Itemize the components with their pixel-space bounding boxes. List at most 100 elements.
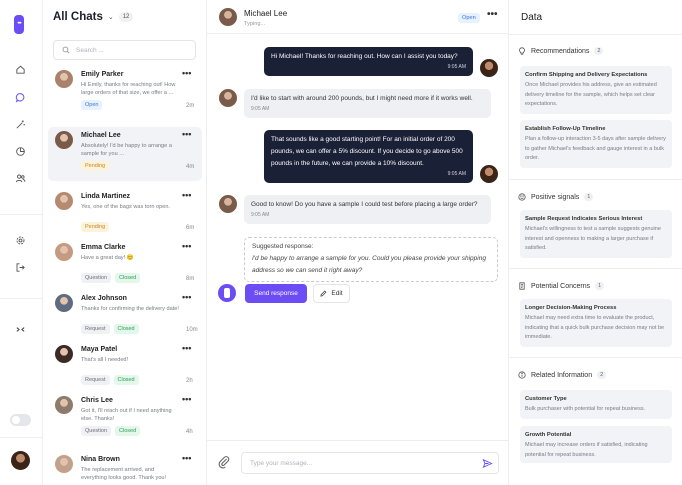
suggested-response-box[interactable]: Suggested response: I'd be happy to arra… (244, 237, 498, 282)
chat-count-badge: 12 (118, 12, 134, 22)
chat-list-item[interactable]: Nina Brown ••• The replacement arrived, an… (48, 451, 202, 485)
insight-card[interactable]: Longer Decision-Making Process Michael m… (520, 299, 672, 347)
more-options-icon[interactable]: ••• (182, 453, 191, 463)
edit-label: Edit (331, 290, 343, 297)
chat-contact-name: Emma Clarke (81, 244, 126, 251)
section-potential-concerns[interactable]: Potential Concerns 1 (518, 282, 605, 290)
users-icon[interactable] (11, 169, 29, 187)
message-input-box[interactable] (241, 452, 499, 474)
send-response-button[interactable]: Send response (245, 284, 307, 303)
section-positive-signals[interactable]: Positive signals 1 (518, 193, 594, 201)
chat-tags: Request Closed (81, 375, 139, 385)
contact-name: Michael Lee (244, 9, 288, 18)
conversation-header: Michael Lee Typing... Open ••• (207, 0, 509, 34)
card-title: Longer Decision-Making Process (525, 305, 617, 311)
chat-list-header[interactable]: All Chats ⌄ 12 (53, 11, 134, 23)
chat-list-item[interactable]: Linda Martinez ••• Yes, one of the bags wa… (48, 188, 202, 242)
more-options-icon[interactable]: ••• (182, 190, 191, 200)
message-incoming: Good to know! Do you have a sample I cou… (244, 195, 491, 224)
suggested-response-label: Suggested response: (252, 243, 314, 250)
message-outgoing: Hi Michael! Thanks for reaching out. How… (264, 47, 473, 76)
chat-list-item[interactable]: Michael Lee ••• Absolutely! I'd be happy t… (48, 127, 202, 181)
message-outgoing: That sounds like a good starting point! … (264, 130, 473, 183)
chat-time: 8m (186, 276, 195, 282)
home-icon[interactable] (11, 60, 29, 78)
insights-panel: Data Recommendations 2 Confirm Shipping … (509, 0, 682, 485)
document-icon (519, 282, 525, 290)
agent-avatar (480, 59, 498, 77)
more-options-icon[interactable]: ••• (182, 292, 191, 302)
insight-card[interactable]: Confirm Shipping and Delivery Expectatio… (520, 66, 672, 114)
chat-list-item[interactable]: Emily Parker ••• Hi Emily, thanks for reac… (48, 66, 202, 120)
contact-avatar[interactable] (219, 8, 237, 26)
user-avatar[interactable] (11, 451, 30, 470)
collapse-icon[interactable] (11, 320, 29, 338)
card-title: Growth Potential (525, 432, 572, 438)
more-options-icon[interactable]: ••• (182, 129, 191, 139)
send-icon[interactable] (482, 458, 493, 469)
chat-contact-name: Linda Martinez (81, 193, 131, 200)
chat-time: 6m (186, 225, 195, 231)
section-recommendations[interactable]: Recommendations 2 (518, 47, 604, 55)
section-related-information[interactable]: Related Information 2 (518, 371, 607, 379)
section-count: 1 (595, 282, 605, 290)
chat-preview: Have a great day! 😊 (81, 255, 134, 261)
card-title: Confirm Shipping and Delivery Expectatio… (525, 72, 648, 78)
chat-contact-name: Michael Lee (81, 132, 121, 139)
chat-list-item[interactable]: Alex Johnson ••• Thanks for confirming the… (48, 290, 202, 344)
chat-contact-name: Nina Brown (81, 456, 120, 463)
contact-message-avatar (219, 89, 237, 107)
chat-preview: Thanks for confirming the delivery date! (81, 306, 179, 312)
info-icon (518, 371, 526, 379)
ai-assistant-icon (218, 284, 236, 302)
insight-card[interactable]: Customer Type Bulk purchaser with potent… (520, 390, 672, 419)
more-options-icon[interactable]: ••• (487, 9, 498, 20)
chevron-down-icon[interactable]: ⌄ (108, 13, 114, 21)
paperclip-icon[interactable] (217, 455, 231, 469)
chat-tags: Pending (81, 222, 110, 232)
card-body: Bulk purchaser with potential for repeat… (525, 406, 646, 412)
more-options-icon[interactable]: ••• (182, 241, 191, 251)
app-logo[interactable]: ••• (14, 15, 24, 34)
chat-preview: Absolutely! I'd be happy to arrange a sa… (81, 143, 172, 157)
chat-search[interactable] (53, 40, 196, 60)
insight-card[interactable]: Sample Request Indicates Serious Interes… (520, 210, 672, 258)
avatar (55, 243, 73, 261)
more-options-icon[interactable]: ••• (182, 394, 191, 404)
insight-card[interactable]: Growth Potential Michael may increase or… (520, 426, 672, 463)
theme-toggle[interactable] (10, 414, 31, 426)
status-tag: Question (81, 426, 112, 436)
pie-chart-icon[interactable] (11, 142, 29, 160)
chat-bubble-icon[interactable] (11, 88, 29, 106)
card-title: Sample Request Indicates Serious Interes… (525, 216, 643, 222)
message-time: 9:05 AM (251, 212, 270, 218)
settings-gear-icon[interactable] (11, 231, 29, 249)
chat-list-panel: All Chats ⌄ 12 Emily Parker ••• Hi Emily, … (43, 0, 207, 485)
typing-status: Typing... (244, 21, 266, 27)
chat-list-item[interactable]: Emma Clarke ••• Have a great day! 😊 Questio… (48, 239, 202, 293)
logout-icon[interactable] (11, 258, 29, 276)
message-time: 9:05 AM (251, 106, 270, 112)
card-body: Michael may need extra time to evaluate … (525, 315, 665, 340)
chat-tags: Open (81, 100, 103, 110)
insight-card[interactable]: Establish Follow-Up Timeline Plan a foll… (520, 120, 672, 168)
avatar (55, 455, 73, 473)
edit-button[interactable]: Edit (313, 284, 350, 303)
search-input[interactable] (76, 46, 186, 54)
more-options-icon[interactable]: ••• (182, 68, 191, 78)
chat-list-item[interactable]: Chris Lee ••• Got it, I'll reach out if I … (48, 392, 202, 446)
more-options-icon[interactable]: ••• (182, 343, 191, 353)
section-count: 2 (594, 47, 604, 55)
chat-list-item[interactable]: Maya Patel ••• That's all I needed! Request… (48, 341, 202, 395)
avatar (55, 70, 73, 88)
chat-list-title: All Chats (53, 11, 103, 23)
message-incoming: I'd like to start with around 200 pounds… (244, 89, 491, 118)
chat-contact-name: Chris Lee (81, 397, 113, 404)
chat-tags: Question Closed (81, 426, 141, 436)
magic-wand-icon[interactable] (11, 115, 29, 133)
chat-preview: Hi Emily, thanks for reaching out! How l… (81, 82, 176, 96)
chat-preview: Got it, I'll reach out if I need anythin… (81, 408, 172, 422)
avatar (55, 396, 73, 414)
message-input[interactable] (250, 459, 460, 467)
chat-time: 4h (186, 429, 193, 435)
